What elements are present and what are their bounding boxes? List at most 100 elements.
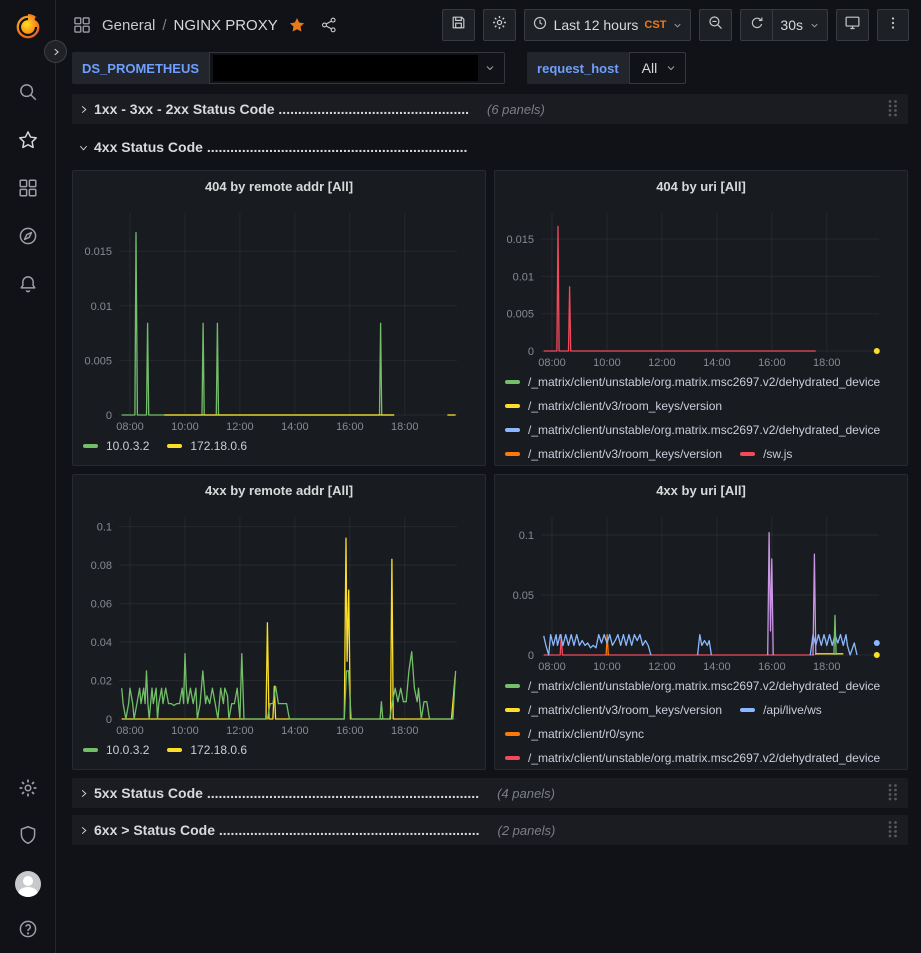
more-options-button[interactable] (877, 9, 909, 41)
svg-text:0.015: 0.015 (506, 234, 534, 246)
drag-handle-icon[interactable] (887, 783, 898, 807)
legend-series-label: /_matrix/client/unstable/org.matrix.msc2… (528, 375, 880, 389)
row-1xx-3xx-2xx[interactable]: 1xx - 3xx - 2xx Status Code ............… (72, 94, 908, 124)
dashboard-settings-button[interactable] (483, 9, 516, 41)
chevron-down-icon (672, 20, 683, 31)
save-dashboard-button[interactable] (442, 9, 475, 41)
svg-text:0.08: 0.08 (91, 560, 112, 572)
chevron-down-icon (809, 20, 820, 31)
panel-4xx-by-uri: 4xx by uri [All] 08:0010:0012:0014:0016:… (494, 474, 908, 770)
svg-text:0.01: 0.01 (513, 271, 534, 283)
variable-datasource-picker[interactable] (209, 52, 505, 84)
sidebar-item-configuration[interactable] (8, 778, 48, 802)
svg-text:10:00: 10:00 (171, 725, 199, 737)
sidebar-item-explore[interactable] (8, 226, 48, 250)
sidebar-expand-button[interactable] (44, 40, 67, 63)
svg-text:0.1: 0.1 (519, 530, 534, 542)
panel-title[interactable]: 4xx by uri [All] (495, 475, 907, 505)
legend-item[interactable]: 172.18.0.6 (167, 739, 247, 760)
svg-text:14:00: 14:00 (703, 661, 731, 673)
row-title: 5xx Status Code ........................… (94, 785, 479, 801)
svg-text:0: 0 (528, 346, 534, 358)
panel-legend: /_matrix/client/unstable/org.matrix.msc2… (495, 675, 907, 767)
svg-text:12:00: 12:00 (226, 725, 254, 737)
row-6xx[interactable]: 6xx > Status Code ......................… (72, 815, 908, 845)
variable-request-host: request_host All (527, 52, 686, 84)
refresh-interval-picker[interactable]: 30s (772, 9, 828, 41)
monitor-icon (844, 14, 861, 36)
legend-item[interactable]: /_matrix/client/unstable/org.matrix.msc2… (505, 371, 880, 392)
zoom-out-time-button[interactable] (699, 9, 732, 41)
svg-text:14:00: 14:00 (281, 421, 309, 433)
favorite-star-icon[interactable] (288, 16, 306, 34)
share-icon[interactable] (320, 16, 338, 34)
row-title: 6xx > Status Code ......................… (94, 822, 480, 838)
svg-text:08:00: 08:00 (116, 421, 144, 433)
svg-text:14:00: 14:00 (703, 357, 731, 369)
sidebar-item-alerting[interactable] (8, 274, 48, 298)
drag-handle-icon[interactable] (887, 820, 898, 844)
svg-text:0.005: 0.005 (84, 355, 112, 367)
breadcrumb-separator: / (162, 17, 166, 34)
time-range-picker[interactable]: Last 12 hours CST (524, 9, 692, 41)
svg-text:16:00: 16:00 (336, 421, 364, 433)
legend-series-label: /_matrix/client/v3/room_keys/version (528, 703, 722, 717)
compass-icon (17, 225, 39, 252)
cycle-view-mode-button[interactable] (836, 9, 869, 41)
variable-datasource: DS_PROMETHEUS (72, 52, 505, 84)
grafana-logo-icon[interactable] (11, 10, 45, 44)
gear-icon (491, 14, 508, 36)
row-panel-count: (2 panels) (498, 823, 556, 838)
user-avatar (15, 871, 41, 897)
legend-item[interactable]: 172.18.0.6 (167, 435, 247, 456)
svg-text:12:00: 12:00 (226, 421, 254, 433)
svg-text:0.02: 0.02 (91, 676, 112, 688)
row-panel-count: (6 panels) (487, 102, 545, 117)
panel-title[interactable]: 404 by uri [All] (495, 171, 907, 201)
legend-item[interactable]: /_matrix/client/v3/room_keys/version (505, 699, 722, 720)
refresh-button[interactable] (740, 9, 772, 41)
timeseries-chart[interactable]: 08:0010:0012:0014:0016:0018:0000.050.1 (495, 505, 891, 675)
timeseries-chart[interactable]: 08:0010:0012:0014:0016:0018:0000.0050.01… (73, 201, 469, 435)
legend-item[interactable]: /_matrix/client/r0/sync (505, 723, 644, 744)
breadcrumb-dashboard-title[interactable]: NGINX PROXY (174, 17, 278, 34)
row-5xx[interactable]: 5xx Status Code ........................… (72, 778, 908, 808)
drag-handle-icon[interactable] (887, 99, 898, 123)
timeseries-chart[interactable]: 08:0010:0012:0014:0016:0018:0000.020.040… (73, 505, 469, 739)
legend-series-swatch (505, 756, 520, 760)
chevron-down-icon (482, 62, 504, 74)
timeseries-chart[interactable]: 08:0010:0012:0014:0016:0018:0000.0050.01… (495, 201, 891, 371)
chevron-right-icon (72, 788, 94, 799)
legend-series-label: /_matrix/client/unstable/org.matrix.msc2… (528, 751, 880, 765)
legend-item[interactable]: 10.0.3.2 (83, 739, 149, 760)
legend-item[interactable]: /api/live/ws (740, 699, 822, 720)
chevron-right-icon (72, 104, 94, 115)
legend-item[interactable]: /sw.js (740, 443, 792, 463)
sidebar-item-starred[interactable] (8, 130, 48, 154)
apps-grid-icon[interactable] (72, 15, 92, 35)
legend-series-label: /sw.js (763, 447, 792, 461)
row-4xx[interactable]: 4xx Status Code ........................… (72, 132, 908, 162)
sidebar-item-help[interactable] (8, 919, 48, 943)
legend-item[interactable]: /_matrix/client/unstable/org.matrix.msc2… (505, 747, 880, 767)
svg-text:10:00: 10:00 (593, 661, 621, 673)
variable-datasource-label: DS_PROMETHEUS (72, 52, 209, 84)
legend-item[interactable]: /_matrix/client/v3/room_keys/version (505, 443, 722, 463)
breadcrumb-folder[interactable]: General (102, 17, 155, 34)
legend-series-swatch (167, 748, 182, 752)
legend-series-swatch (83, 748, 98, 752)
legend-series-swatch (83, 444, 98, 448)
sidebar-item-profile[interactable] (8, 872, 48, 896)
sidebar-item-server-admin[interactable] (8, 825, 48, 849)
legend-item[interactable]: /_matrix/client/v3/room_keys/version (505, 395, 722, 416)
panel-title[interactable]: 4xx by remote addr [All] (73, 475, 485, 505)
svg-text:18:00: 18:00 (391, 725, 419, 737)
sidebar-item-search[interactable] (8, 82, 48, 106)
legend-item[interactable]: /_matrix/client/unstable/org.matrix.msc2… (505, 675, 880, 696)
legend-item[interactable]: 10.0.3.2 (83, 435, 149, 456)
legend-series-label: 10.0.3.2 (106, 439, 149, 453)
panel-title[interactable]: 404 by remote addr [All] (73, 171, 485, 201)
variable-request-host-picker[interactable]: All (629, 52, 687, 84)
legend-item[interactable]: /_matrix/client/unstable/org.matrix.msc2… (505, 419, 880, 440)
sidebar-item-dashboards[interactable] (8, 178, 48, 202)
